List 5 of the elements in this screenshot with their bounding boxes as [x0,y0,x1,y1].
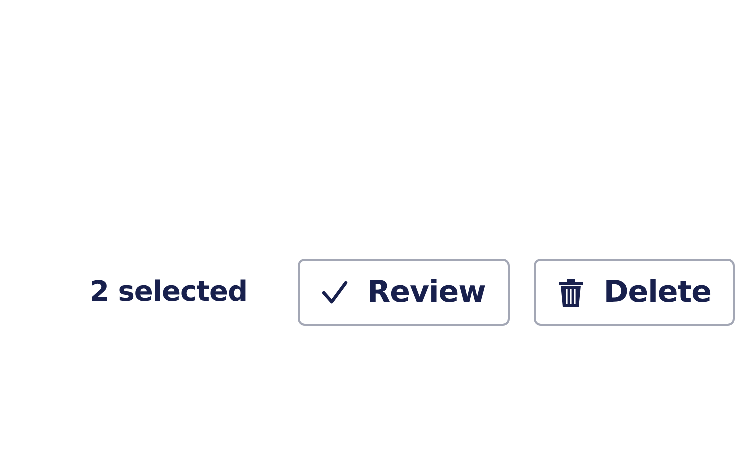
checkmark-icon [322,280,348,304]
review-button[interactable]: Review [298,259,510,326]
delete-button[interactable]: Delete [534,259,736,326]
trash-icon [558,278,584,308]
selection-count: 2 selected [90,274,248,310]
